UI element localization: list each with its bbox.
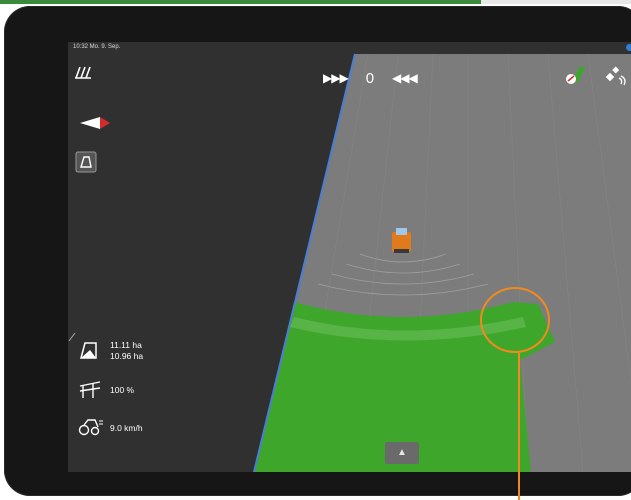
speed-value: 9.0 km/h — [110, 423, 143, 433]
status-time: 10:32 Mo. 9. Sep. — [73, 44, 121, 50]
steer-right-arrows: ◀◀◀ — [392, 71, 418, 85]
speed-stat: 9.0 km/h — [78, 418, 143, 439]
area-worked-value: 10.96 ha — [110, 351, 144, 361]
status-bar: 10:32 Mo. 9. Sep. — [68, 42, 631, 53]
zoom-extent-icon[interactable] — [75, 151, 97, 173]
expand-panel-button[interactable]: ▲ — [385, 442, 419, 464]
gps-satellite-icon[interactable] — [602, 64, 630, 86]
guidance-screen: 10:32 Mo. 9. Sep. ▶▶▶ 0 ◀◀◀ 11.11 ha 10.… — [68, 42, 631, 472]
section-stat: 100 % — [78, 380, 134, 403]
page-top-bar — [0, 0, 631, 4]
area-stat: 11.11 ha 10.96 ha — [78, 340, 143, 363]
page-top-bar-light — [481, 0, 631, 4]
compass-icon — [80, 117, 110, 129]
area-total-value: 11.11 ha — [110, 340, 142, 350]
status-indicator-dot — [626, 44, 631, 51]
tablet-frame: 10:32 Mo. 9. Sep. ▶▶▶ 0 ◀◀◀ 11.11 ha 10.… — [4, 6, 631, 496]
boom-sections-icon — [79, 381, 101, 398]
field-lines-icon[interactable] — [74, 64, 94, 80]
panel-resize-handle[interactable] — [68, 332, 76, 342]
callout-highlight-circle — [480, 287, 550, 353]
area-icon — [80, 342, 97, 359]
sections-gauge-icon[interactable] — [564, 64, 586, 84]
steer-left-arrows: ▶▶▶ — [323, 71, 349, 85]
section-percent-value: 100 % — [110, 385, 135, 395]
callout-leader-line — [518, 353, 520, 500]
lateral-offset-display: ▶▶▶ 0 ◀◀◀ — [323, 69, 418, 87]
field-map — [253, 53, 631, 472]
up-arrow-icon: ▲ — [397, 447, 407, 458]
tractor-speed-icon — [78, 419, 103, 436]
offset-counter-value: 0 — [365, 69, 375, 87]
